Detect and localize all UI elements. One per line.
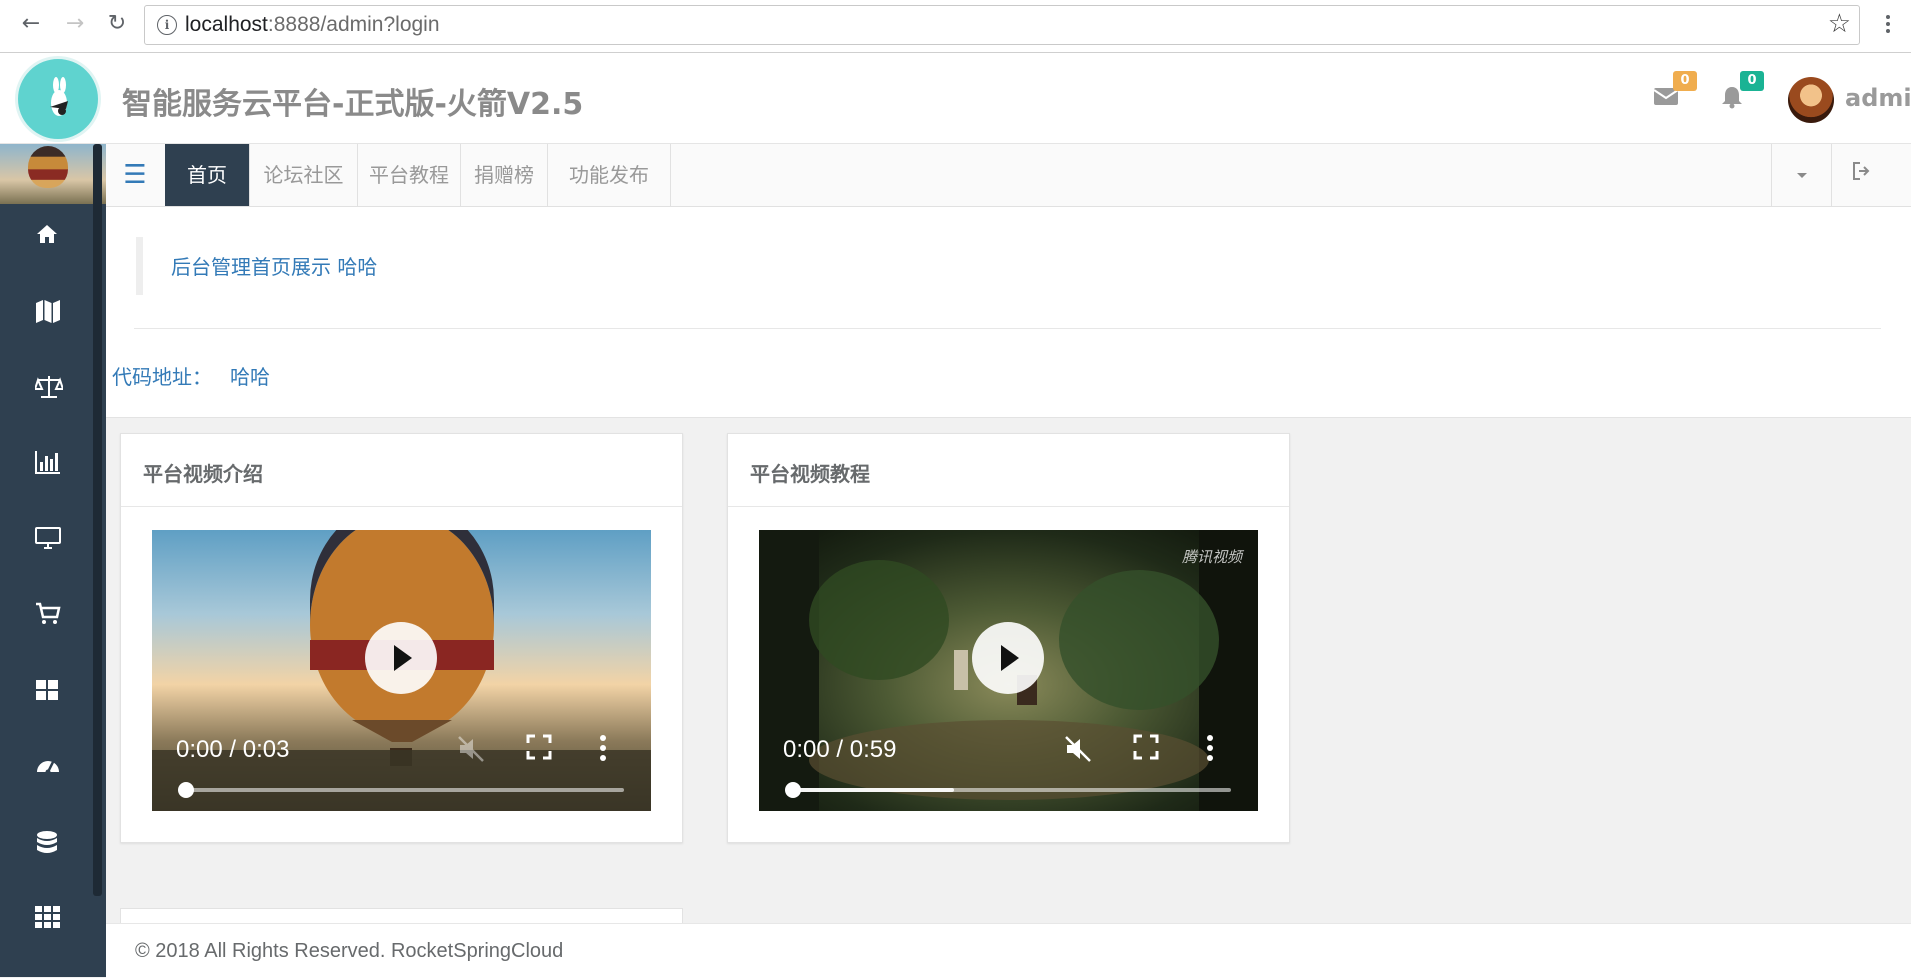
code-address-link[interactable]: 哈哈 (230, 365, 270, 389)
tab-forum[interactable]: 论坛社区 (250, 144, 358, 206)
intro-link[interactable]: 后台管理首页展示 哈哈 (171, 251, 377, 280)
sidebar-banner-image (0, 144, 106, 204)
sidebar-item-desktop[interactable] (0, 508, 94, 568)
tabs-bar: ☰ 首页 论坛社区 平台教程 捐赠榜 功能发布 (106, 144, 1911, 207)
video-intro-panel: 平台视频介绍 0:00 / 0:03 (120, 433, 683, 843)
menu-toggle-icon[interactable]: ☰ (106, 144, 164, 206)
url-host: localhost (185, 13, 268, 36)
panel-title: 平台视频介绍 (143, 462, 263, 486)
messages-button[interactable]: 0 (1653, 71, 1697, 115)
footer: © 2018 All Rights Reserved. RocketSpring… (106, 923, 1911, 978)
map-icon (36, 300, 60, 323)
browser-menu-icon[interactable] (1878, 12, 1898, 38)
code-address-label: 代码地址： (112, 365, 212, 389)
address-bar[interactable]: i localhost:8888/admin?login ☆ (144, 5, 1860, 45)
site-info-icon[interactable]: i (157, 15, 177, 35)
sidebar-item-apps[interactable] (0, 888, 94, 948)
sidebar-scrollbar[interactable] (93, 144, 102, 896)
video-progress-bar[interactable] (178, 782, 624, 798)
welcome-section: 后台管理首页展示 哈哈 代码地址： 哈哈 (106, 207, 1911, 418)
mute-icon[interactable] (1063, 734, 1093, 764)
fullscreen-icon[interactable] (1133, 734, 1163, 764)
app-header: 智能服务云平台-正式版-火箭V2.5 0 0 admin (0, 53, 1911, 144)
progress-knob[interactable] (178, 782, 194, 798)
app-logo[interactable] (15, 56, 101, 142)
video-player[interactable]: 0:00 / 0:03 (152, 530, 651, 811)
desktop-icon (35, 527, 61, 549)
copyright-text: © 2018 All Rights Reserved. RocketSpring… (135, 940, 564, 962)
browser-toolbar: ← → ↻ i localhost:8888/admin?login ☆ (0, 0, 1911, 53)
play-button[interactable] (365, 622, 437, 694)
mute-disabled-icon (456, 734, 486, 764)
sidebar-item-map[interactable] (0, 280, 94, 340)
sidebar-item-home[interactable] (0, 204, 94, 264)
reload-icon[interactable]: ↻ (104, 11, 130, 37)
tab-tutorial[interactable]: 平台教程 (358, 144, 461, 206)
video-time: 0:00 / 0:59 (783, 736, 897, 763)
app-title: 智能服务云平台-正式版-火箭V2.5 (122, 87, 584, 122)
video-progress-bar[interactable] (785, 782, 1231, 798)
sidebar-item-scale[interactable] (0, 356, 94, 416)
apps-icon (35, 906, 60, 928)
play-button[interactable] (972, 622, 1044, 694)
panel-header: 平台视频教程 (728, 434, 1289, 507)
progress-knob[interactable] (785, 782, 801, 798)
balance-scale-icon (35, 376, 63, 398)
sidebar-item-grid[interactable] (0, 660, 94, 720)
code-address: 代码地址： 哈哈 (112, 361, 270, 390)
tab-donation[interactable]: 捐赠榜 (461, 144, 548, 206)
fullscreen-icon[interactable] (526, 734, 556, 764)
rocket-mascot-icon (50, 77, 68, 116)
panel-header: 平台视频介绍 (121, 434, 682, 507)
watermark-text: 腾讯视频 (1181, 548, 1242, 566)
sidebar-item-charts[interactable] (0, 432, 94, 492)
home-icon (37, 225, 57, 243)
logout-button[interactable] (1831, 144, 1891, 206)
sidebar-item-dashboard[interactable] (0, 736, 94, 796)
messages-badge: 0 (1673, 71, 1697, 91)
forward-arrow-icon[interactable]: → (62, 11, 88, 37)
notifications-button[interactable]: 0 (1720, 71, 1764, 115)
more-options-icon[interactable] (1205, 734, 1235, 764)
username[interactable]: admin (1845, 84, 1911, 112)
video-time: 0:00 / 0:03 (176, 736, 290, 763)
more-options-icon[interactable] (598, 734, 628, 764)
buffered-bar (791, 788, 954, 792)
back-arrow-icon[interactable]: ← (18, 11, 44, 37)
tab-home[interactable]: 首页 (165, 144, 250, 206)
tab-releases[interactable]: 功能发布 (548, 144, 671, 206)
sidebar-item-database[interactable] (0, 812, 94, 872)
url-path: :8888/admin?login (267, 13, 440, 36)
bookmark-star-icon[interactable]: ☆ (1828, 9, 1851, 39)
sidebar-item-cart[interactable] (0, 584, 94, 644)
video-player[interactable]: 腾讯视频 0:00 / 0:59 (759, 530, 1258, 811)
video-tutorial-panel: 平台视频教程 腾讯视频 0:00 / 0:59 (727, 433, 1290, 843)
divider (134, 328, 1881, 329)
cart-icon (36, 602, 61, 624)
url-text[interactable]: localhost:8888/admin?login (185, 13, 440, 37)
sign-out-icon (1852, 162, 1869, 180)
avatar[interactable] (1788, 77, 1834, 123)
intro-blockquote: 后台管理首页展示 哈哈 (136, 237, 377, 295)
grid-icon (36, 680, 58, 700)
tabs-dropdown-button[interactable] (1771, 144, 1831, 206)
dashboard-icon (37, 761, 59, 775)
bar-chart-icon (35, 451, 60, 474)
sidebar (0, 144, 106, 977)
notifications-badge: 0 (1740, 71, 1764, 91)
caret-down-icon (1796, 173, 1807, 178)
panel-title: 平台视频教程 (750, 462, 870, 486)
database-icon (37, 831, 57, 853)
